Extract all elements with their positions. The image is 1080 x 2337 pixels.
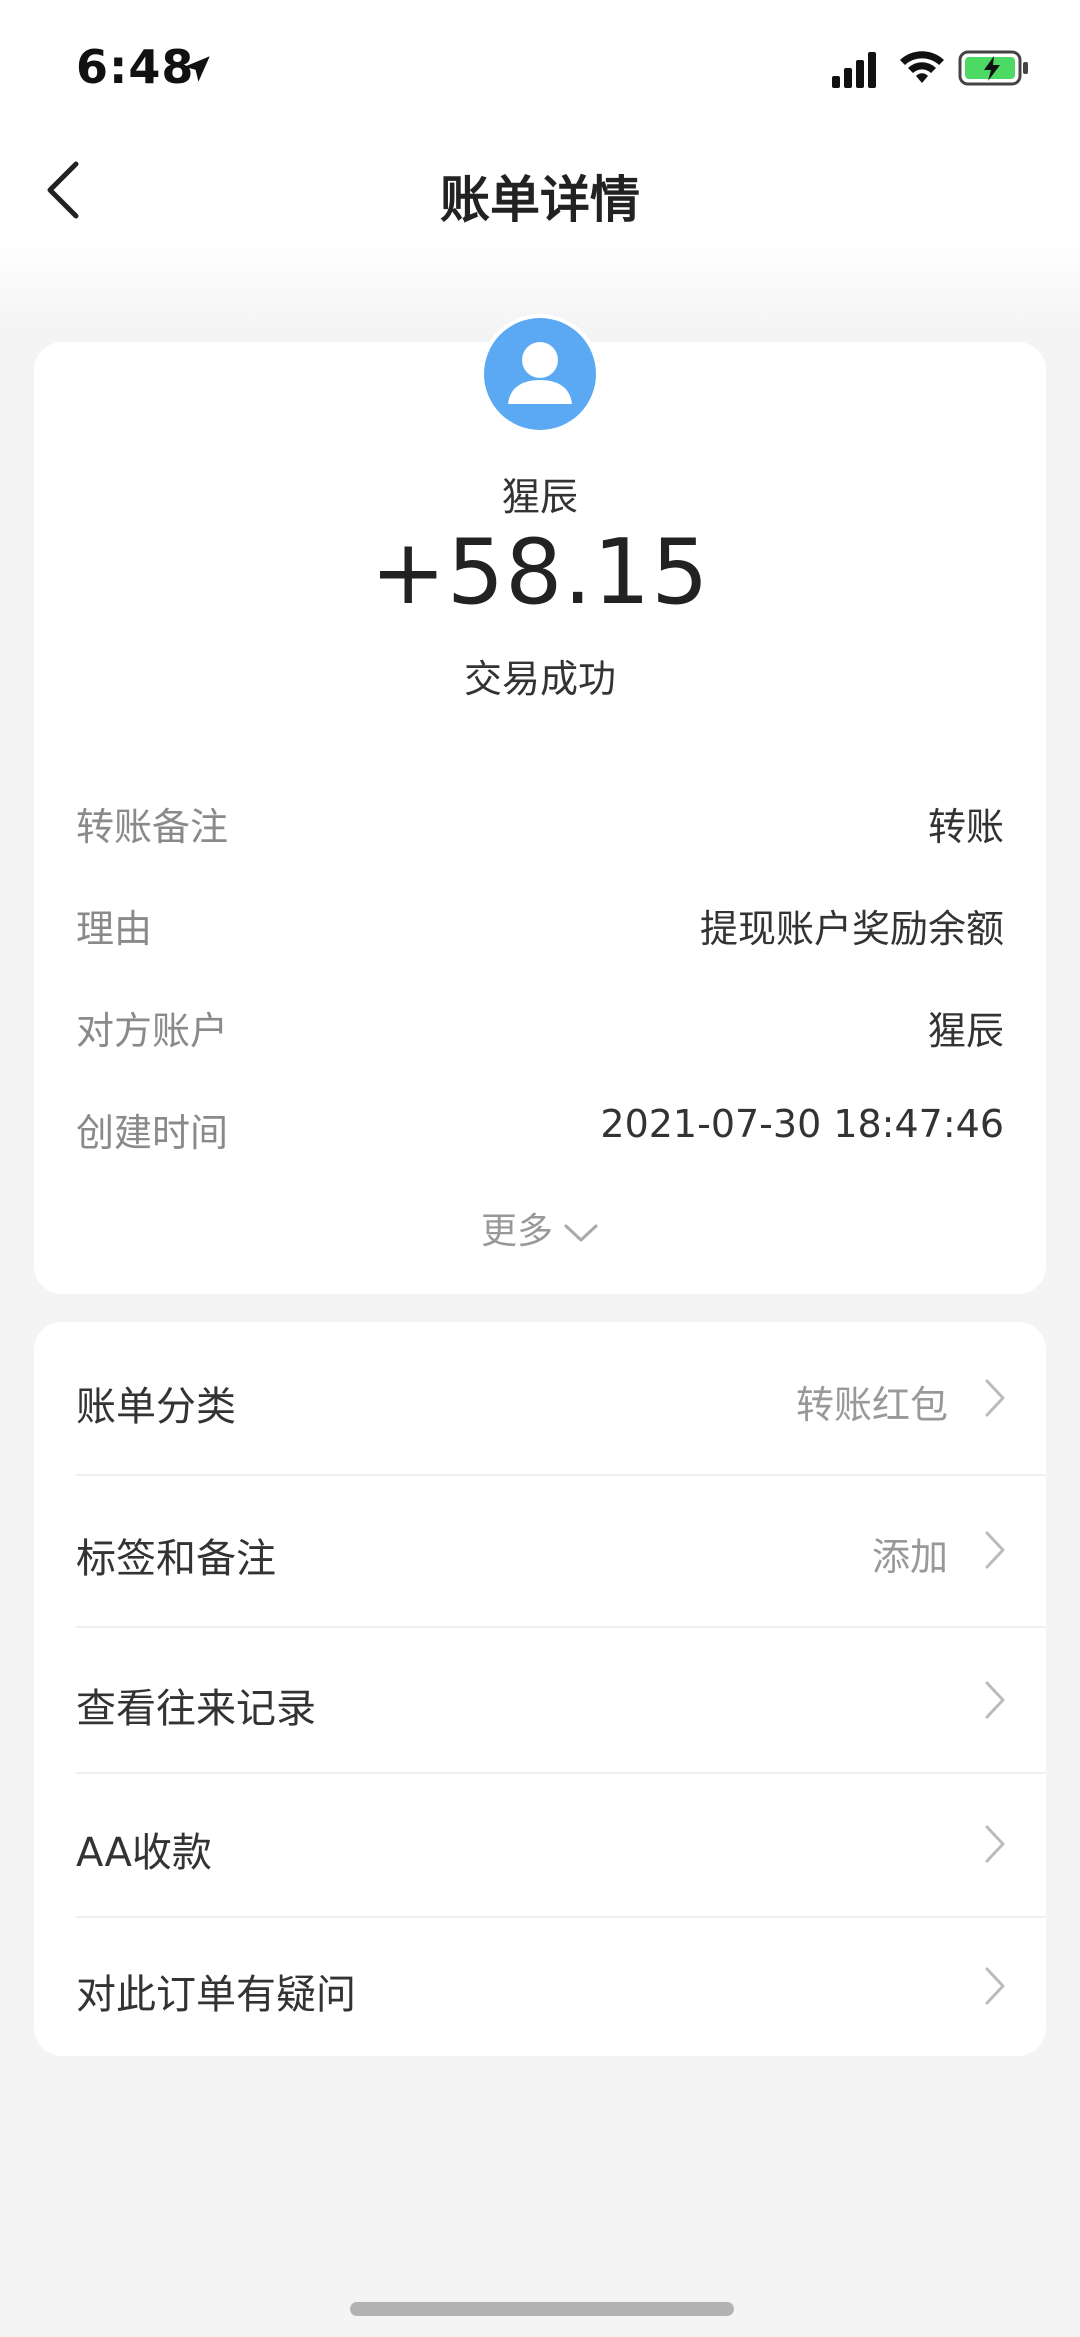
location-arrow-icon (184, 56, 210, 82)
cellular-signal-icon (832, 52, 876, 88)
detail-label: 对方账户 (76, 1009, 229, 1053)
chevron-right-icon (985, 1967, 1005, 2005)
wifi-icon (900, 51, 944, 83)
detail-row-reason: 理由 提现账户奖励余额 (76, 898, 1004, 958)
menu-item-label: AA收款 (76, 1830, 212, 1876)
chevron-right-icon (985, 1681, 1005, 1719)
home-indicator[interactable] (350, 2302, 734, 2316)
menu-item-value: 添加 (871, 1535, 948, 1579)
chevron-right-icon (985, 1379, 1005, 1417)
payer-name: 猩辰 (501, 475, 578, 519)
status-bar: 6:48 (0, 0, 1080, 130)
detail-row-counterparty: 对方账户 猩辰 (76, 1000, 1004, 1060)
detail-value: 2021-07-30 18:47:46 (600, 1102, 1004, 1146)
battery-charging-icon (958, 50, 1028, 86)
menu-item-label: 查看往来记录 (76, 1686, 316, 1732)
nav-bar: 账单详情 (0, 130, 1080, 250)
chevron-right-icon (985, 1531, 1005, 1569)
detail-label: 转账备注 (76, 805, 229, 849)
menu-item-value: 转账红包 (795, 1383, 948, 1427)
menu-item-tags-notes[interactable]: 标签和备注 添加 (34, 1476, 1046, 1626)
menu-item-label: 账单分类 (76, 1384, 236, 1430)
menu-item-order-question[interactable]: 对此订单有疑问 (34, 1918, 1046, 2056)
page-title: 账单详情 (440, 171, 640, 229)
detail-row-remark: 转账备注 转账 (76, 796, 1004, 856)
menu-item-transaction-history[interactable]: 查看往来记录 (34, 1628, 1046, 1772)
detail-label: 创建时间 (76, 1111, 229, 1155)
avatar (484, 318, 596, 430)
menu-item-label: 标签和备注 (76, 1536, 276, 1582)
menu-item-label: 对此订单有疑问 (76, 1972, 356, 2018)
more-button[interactable]: 更多 (0, 1202, 1080, 1254)
detail-value: 猩辰 (927, 1009, 1004, 1053)
transaction-status: 交易成功 (463, 657, 616, 701)
status-time: 6:48 (76, 40, 195, 94)
detail-label: 理由 (76, 907, 153, 951)
chevron-right-icon (985, 1825, 1005, 1863)
detail-row-created-time: 创建时间 2021-07-30 18:47:46 (76, 1102, 1004, 1162)
transaction-amount: +58.15 (370, 520, 710, 625)
detail-value: 转账 (927, 805, 1004, 849)
more-label: 更多 (480, 1211, 553, 1252)
detail-value: 提现账户奖励余额 (699, 907, 1004, 951)
menu-item-bill-category[interactable]: 账单分类 转账红包 (34, 1322, 1046, 1474)
user-icon (508, 342, 572, 404)
menu-item-aa-collection[interactable]: AA收款 (34, 1774, 1046, 1916)
chevron-down-icon (564, 1224, 598, 1242)
